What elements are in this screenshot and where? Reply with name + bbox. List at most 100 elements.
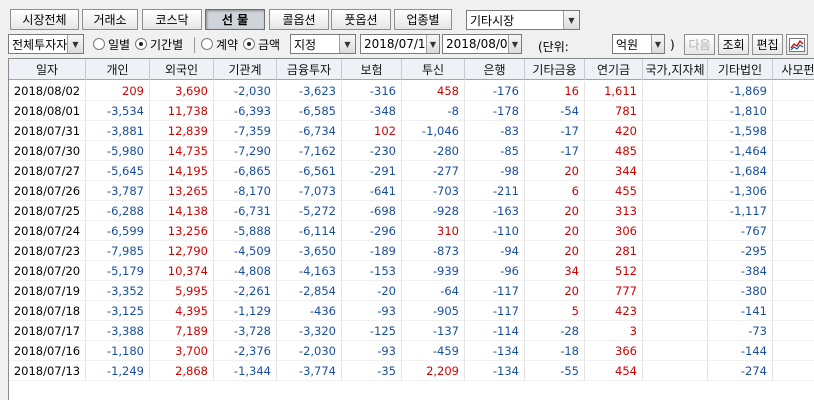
date-cell: 2018/07/17: [9, 321, 86, 341]
value-cell: [643, 241, 708, 261]
column-header[interactable]: 외국인: [150, 59, 214, 80]
date-to-picker[interactable]: 2018/08/02 ▼: [442, 34, 522, 54]
value-cell: [773, 201, 814, 221]
radio-contract[interactable]: 계약: [201, 36, 238, 52]
table-row[interactable]: 2018/07/26 -3,787 13,265 -8,170 -7,073 -641 -7…: [9, 181, 814, 201]
column-header[interactable]: 은행: [465, 59, 525, 80]
value-cell: -3,650: [277, 241, 342, 261]
column-header[interactable]: 개인: [86, 59, 150, 80]
table-row[interactable]: 2018/07/31 -3,881 12,839 -7,359 -6,734 102 -1,…: [9, 121, 814, 141]
value-cell: 14,735: [150, 141, 214, 161]
value-cell: 420: [585, 121, 643, 141]
table-row[interactable]: 2018/07/25 -6,288 14,138 -6,731 -5,272 -698 -9…: [9, 201, 814, 221]
table-row[interactable]: 2018/07/13 -1,249 2,868 -1,344 -3,774 -35 2,20…: [9, 361, 814, 381]
date-cell: 2018/07/23: [9, 241, 86, 261]
investor-select[interactable]: 전체투자자 ▼: [8, 34, 84, 54]
value-cell: -1,464: [708, 141, 773, 161]
value-cell: [773, 161, 814, 181]
table-row[interactable]: 2018/07/23 -7,985 12,790 -4,509 -3,650 -189 -8…: [9, 241, 814, 261]
date-cell: 2018/07/13: [9, 361, 86, 381]
value-cell: [643, 121, 708, 141]
column-header[interactable]: 금융투자: [277, 59, 342, 80]
value-cell: 3,700: [150, 341, 214, 361]
table-row[interactable]: 2018/07/16 -1,180 3,700 -2,376 -2,030 -93 -459…: [9, 341, 814, 361]
period-select[interactable]: 지정 ▼: [290, 34, 356, 54]
next-button[interactable]: 다음: [684, 34, 715, 55]
tab-futures[interactable]: 선 물: [205, 9, 265, 30]
radio-period[interactable]: 기간별: [135, 36, 183, 52]
tab-put-options[interactable]: 풋옵션: [331, 9, 391, 30]
value-cell: -2,030: [277, 341, 342, 361]
value-cell: 14,195: [150, 161, 214, 181]
value-cell: 12,790: [150, 241, 214, 261]
value-cell: 209: [86, 81, 150, 101]
column-header[interactable]: 일자: [9, 59, 86, 80]
edit-button[interactable]: 편집: [752, 34, 783, 55]
date-from-picker[interactable]: 2018/07/13 ▼: [360, 34, 440, 54]
value-cell: [773, 341, 814, 361]
value-cell: -8: [402, 101, 465, 121]
value-cell: 512: [585, 261, 643, 281]
column-header[interactable]: 국가,지자체: [643, 59, 708, 80]
tab-call-options[interactable]: 콜옵션: [269, 9, 329, 30]
table-row[interactable]: 2018/07/30 -5,980 14,735 -7,290 -7,162 -230 -2…: [9, 141, 814, 161]
value-cell: -7,073: [277, 181, 342, 201]
tab-by-sector[interactable]: 업종별: [394, 9, 452, 30]
column-header[interactable]: 기타금융: [525, 59, 585, 80]
value-cell: -703: [402, 181, 465, 201]
value-cell: -2,854: [277, 281, 342, 301]
radio-period-label: 기간별: [150, 37, 184, 52]
unit-select[interactable]: 억원 ▼: [612, 34, 665, 54]
value-cell: 7,189: [150, 321, 214, 341]
value-cell: [643, 161, 708, 181]
value-cell: -189: [342, 241, 402, 261]
value-cell: 2,868: [150, 361, 214, 381]
value-cell: -295: [708, 241, 773, 261]
tab-all-market[interactable]: 시장전체: [10, 9, 79, 30]
value-cell: -18: [525, 341, 585, 361]
market-select[interactable]: 기타시장 ▼: [466, 10, 580, 30]
table-row[interactable]: 2018/07/19 -3,352 5,995 -2,261 -2,854 -20 -64-…: [9, 281, 814, 301]
column-header[interactable]: 투신: [402, 59, 465, 80]
chart-icon-button[interactable]: [786, 34, 808, 55]
column-header[interactable]: 연기금: [585, 59, 643, 80]
value-cell: -6,734: [277, 121, 342, 141]
value-cell: -153: [342, 261, 402, 281]
value-cell: -5,645: [86, 161, 150, 181]
radio-daily-label: 일별: [108, 37, 131, 52]
value-cell: -767: [708, 221, 773, 241]
value-cell: [643, 281, 708, 301]
column-header[interactable]: 기타법인: [708, 59, 773, 80]
value-cell: -1,598: [708, 121, 773, 141]
value-cell: -291: [342, 161, 402, 181]
value-cell: 485: [585, 141, 643, 161]
value-cell: [773, 141, 814, 161]
table-row[interactable]: 2018/07/27 -5,645 14,195 -6,865 -6,561 -291 -2…: [9, 161, 814, 181]
value-cell: -114: [465, 321, 525, 341]
tab-exchange[interactable]: 거래소: [82, 9, 138, 30]
table-row[interactable]: 2018/07/18 -3,125 4,395 -1,129 -436 -93 -905 -1…: [9, 301, 814, 321]
date-cell: 2018/07/27: [9, 161, 86, 181]
table-row[interactable]: 2018/07/24 -6,599 13,256 -5,888 -6,114 -296 31…: [9, 221, 814, 241]
value-cell: -176: [465, 81, 525, 101]
value-cell: -6,731: [214, 201, 277, 221]
table-row[interactable]: 2018/07/17 -3,388 7,189 -3,728 -3,320 -125 -13…: [9, 321, 814, 341]
query-button[interactable]: 조회: [718, 34, 749, 55]
value-cell: 11,738: [150, 101, 214, 121]
radio-circle-selected: [135, 38, 147, 50]
table-row[interactable]: 2018/08/01 -3,534 11,738 -6,393 -6,585 -348 -8…: [9, 101, 814, 121]
value-cell: -296: [342, 221, 402, 241]
column-header[interactable]: 기관계: [214, 59, 277, 80]
tab-kosdaq[interactable]: 코스닥: [142, 9, 202, 30]
table-row[interactable]: 2018/07/20 -5,179 10,374 -4,808 -4,163 -153 -9…: [9, 261, 814, 281]
table-row[interactable]: 2018/08/02 209 3,690 -2,030 -3,623 -316 458 -17…: [9, 81, 814, 101]
value-cell: 102: [342, 121, 402, 141]
column-header[interactable]: 사모펀드: [773, 59, 814, 80]
value-cell: 20: [525, 241, 585, 261]
value-cell: -3,320: [277, 321, 342, 341]
radio-amount[interactable]: 금액: [243, 36, 280, 52]
value-cell: -1,129: [214, 301, 277, 321]
line-chart-icon: [789, 37, 805, 52]
radio-daily[interactable]: 일별: [93, 36, 130, 52]
column-header[interactable]: 보험: [342, 59, 402, 80]
